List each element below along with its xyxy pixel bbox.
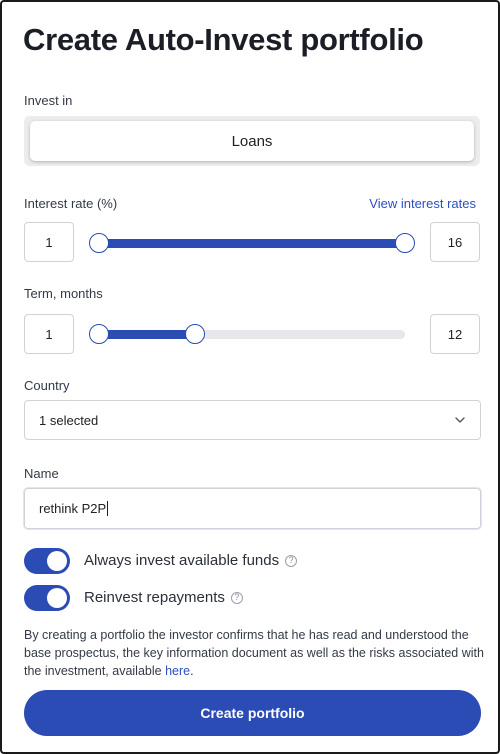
- term-slider-fill: [99, 330, 196, 339]
- invest-in-label: Invest in: [24, 93, 73, 108]
- country-select[interactable]: 1 selected: [24, 400, 481, 440]
- invest-in-segmented-control: Loans: [24, 116, 480, 166]
- toggle-knob: [47, 551, 67, 571]
- always-invest-label: Always invest available funds ?: [84, 552, 298, 569]
- interest-rate-label: Interest rate (%): [24, 196, 118, 211]
- reinvest-repayments-label: Reinvest repayments ?: [84, 589, 243, 606]
- reinvest-repayments-text: Reinvest repayments: [84, 589, 225, 606]
- always-invest-text: Always invest available funds: [84, 552, 280, 569]
- invest-in-loans-option[interactable]: Loans: [30, 121, 474, 161]
- toggle-knob: [47, 588, 67, 608]
- interest-rate-max-handle[interactable]: [395, 233, 415, 253]
- help-icon[interactable]: ?: [230, 591, 243, 604]
- view-interest-rates-link[interactable]: View interest rates: [369, 196, 476, 211]
- help-icon[interactable]: ?: [285, 554, 298, 567]
- portfolio-dialog: Create Auto-Invest portfolio Invest in L…: [0, 0, 500, 754]
- reinvest-repayments-toggle[interactable]: [24, 585, 70, 611]
- disclaimer-end: .: [190, 664, 194, 678]
- name-label: Name: [24, 466, 59, 481]
- page-title: Create Auto-Invest portfolio: [23, 22, 424, 57]
- term-max-field[interactable]: 12: [430, 314, 480, 354]
- country-label: Country: [24, 378, 70, 393]
- create-portfolio-button[interactable]: Create portfolio: [24, 690, 481, 736]
- term-slider[interactable]: [89, 324, 405, 344]
- term-label: Term, months: [24, 286, 103, 301]
- interest-rate-slider-fill: [99, 239, 405, 248]
- disclaimer-text: By creating a portfolio the investor con…: [24, 626, 484, 680]
- interest-rate-min-handle[interactable]: [89, 233, 109, 253]
- disclaimer-here-link[interactable]: here: [165, 664, 190, 678]
- country-select-value: 1 selected: [39, 412, 99, 428]
- always-invest-toggle[interactable]: [24, 548, 70, 574]
- disclaimer-body: By creating a portfolio the investor con…: [24, 628, 484, 678]
- term-min-field[interactable]: 1: [24, 314, 74, 354]
- name-input-value: rethink P2P: [39, 501, 107, 516]
- interest-rate-max-field[interactable]: 16: [430, 222, 480, 262]
- term-min-handle[interactable]: [89, 324, 109, 344]
- term-max-handle[interactable]: [185, 324, 206, 344]
- interest-rate-slider[interactable]: [89, 233, 415, 253]
- interest-rate-min-field[interactable]: 1: [24, 222, 74, 262]
- chevron-down-icon: [455, 417, 465, 423]
- name-input[interactable]: rethink P2P: [24, 488, 481, 529]
- text-caret: [107, 501, 109, 516]
